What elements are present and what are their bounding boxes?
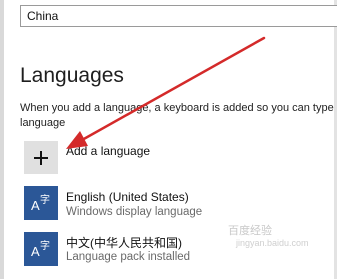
watermark-text: 百度经验: [228, 225, 272, 237]
watermark-url: jingyan.baidu.com: [236, 238, 309, 248]
